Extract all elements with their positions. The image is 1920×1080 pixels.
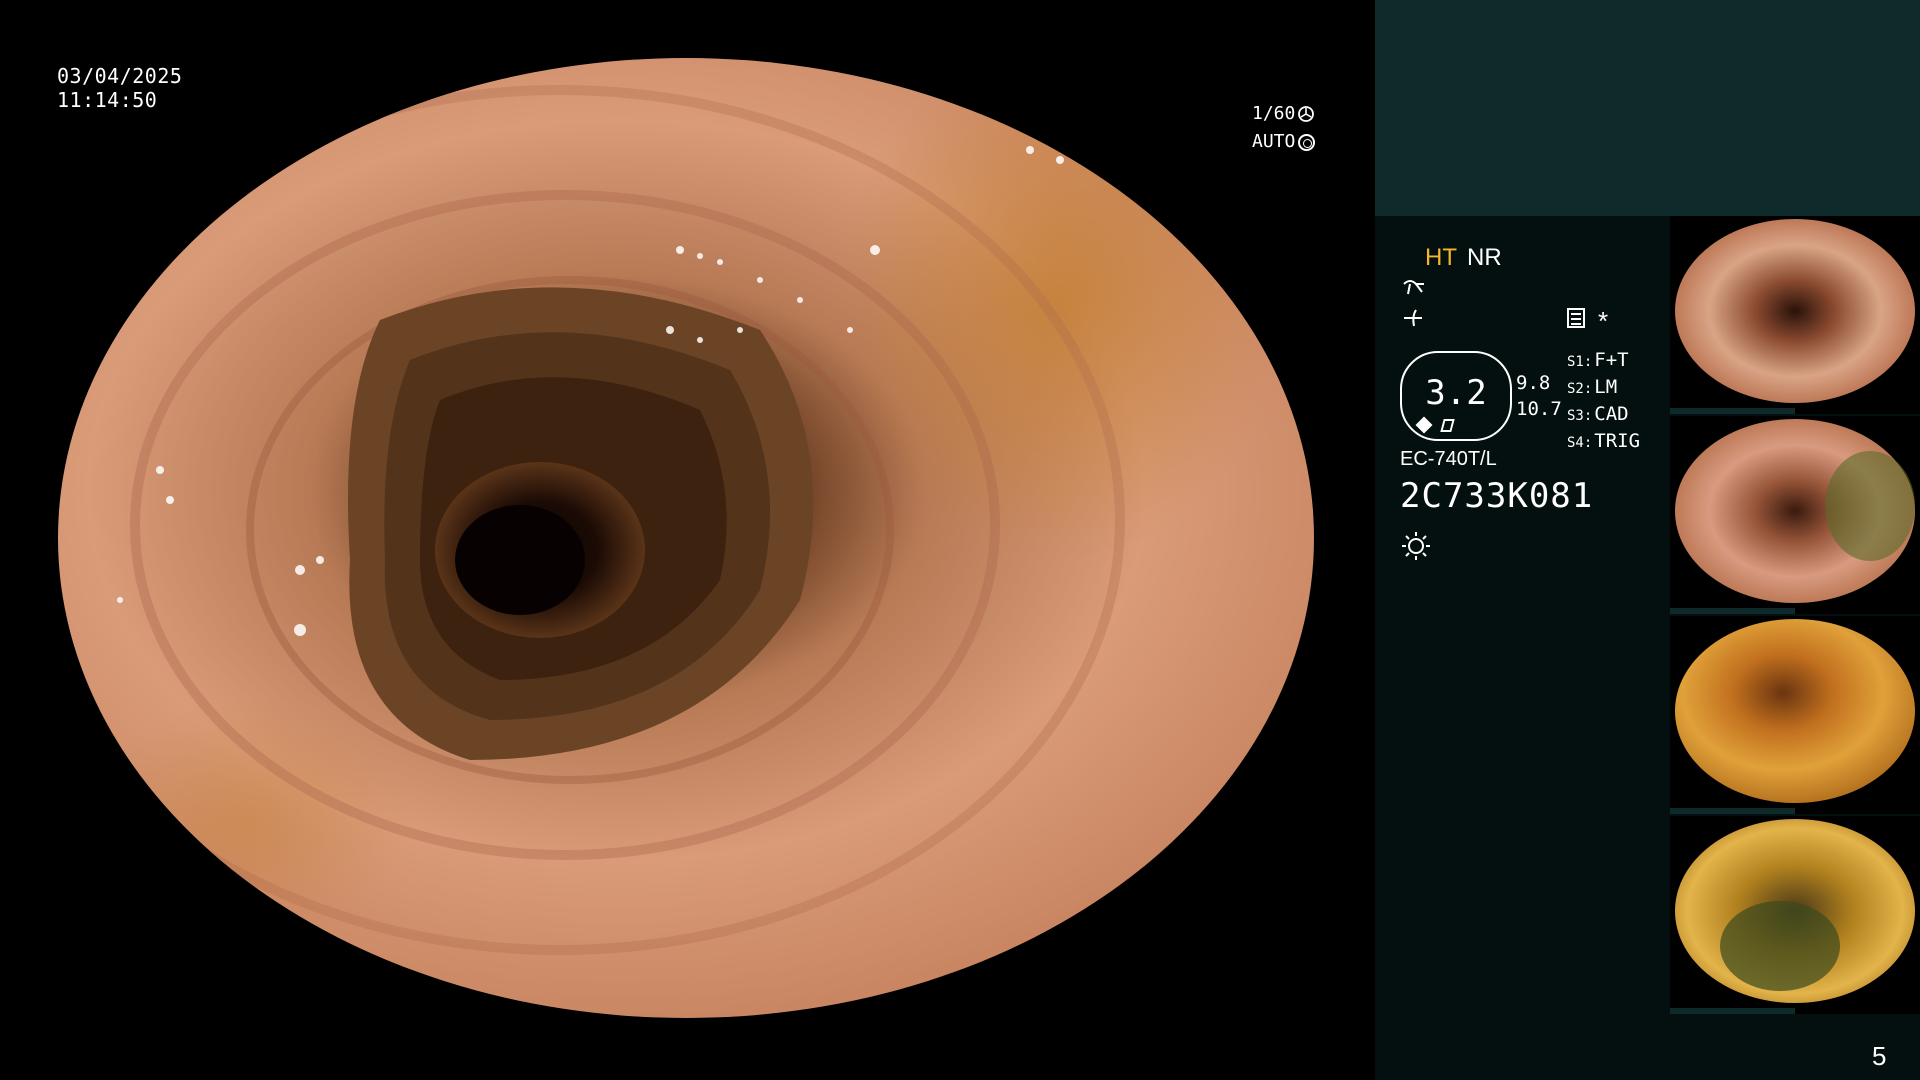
curve-icon xyxy=(1403,280,1424,295)
ht-label: HT xyxy=(1425,244,1457,271)
switch-row: S3: CAD xyxy=(1567,403,1629,425)
scope-model-label: EC-740T/L xyxy=(1400,448,1497,470)
thumbnail-1[interactable] xyxy=(1670,216,1920,414)
endoscope-view xyxy=(58,58,1314,1018)
zoom-values: 9.8 10.7 xyxy=(1516,370,1562,422)
zoom-square-icon xyxy=(1440,419,1455,432)
wave-icon xyxy=(1404,309,1422,327)
page-number: 5 xyxy=(1872,1041,1887,1071)
thumbnail-3[interactable] xyxy=(1670,616,1920,814)
nr-label: NR xyxy=(1467,244,1502,271)
fan-icon xyxy=(1298,106,1315,122)
zoom-value-2: 10.7 xyxy=(1516,398,1562,420)
switch-assignments: S1: F+T S2: LM S3: CAD S4: TRIG xyxy=(1567,348,1640,456)
scope-serial-label: 2C733K081 xyxy=(1400,476,1594,516)
exposure-mode-label: AUTO xyxy=(1252,131,1296,152)
zoom-value: 3.2 xyxy=(1425,373,1487,413)
date-time-overlay: 03/04/2025 11:14:50 xyxy=(57,64,182,112)
time-label: 11:14:50 xyxy=(57,88,158,112)
shutter-overlay: 1/60 AUTO xyxy=(1252,100,1316,156)
settings-icon xyxy=(1567,308,1585,328)
switch-row: S1: F+T xyxy=(1567,349,1629,371)
zoom-indicator: 3.2 xyxy=(1400,351,1512,441)
thumbnail-2[interactable] xyxy=(1670,416,1920,614)
panel-header xyxy=(1375,0,1920,216)
image-mode-indicator: HT NR xyxy=(1425,244,1502,272)
zoom-diamond-icon xyxy=(1415,416,1433,434)
light-source-icon xyxy=(1402,532,1430,560)
star-indicator: * xyxy=(1598,306,1609,336)
shutter-speed-label: 1/60 xyxy=(1252,103,1296,124)
switch-row: S4: TRIG xyxy=(1567,430,1641,452)
zoom-value-1: 9.8 xyxy=(1516,372,1551,394)
date-label: 03/04/2025 xyxy=(57,64,183,88)
thumbnail-4[interactable] xyxy=(1670,816,1920,1014)
aperture-icon xyxy=(1298,133,1316,151)
thumbnail-strip xyxy=(1670,216,1920,1016)
switch-row: S2: LM xyxy=(1567,376,1618,398)
